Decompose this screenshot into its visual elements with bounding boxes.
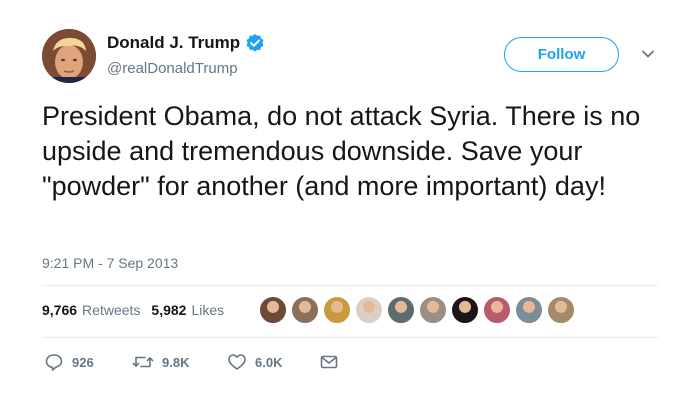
- liker-avatar[interactable]: [419, 296, 447, 324]
- liker-avatar[interactable]: [259, 296, 287, 324]
- likes-stat[interactable]: 5,982 Likes: [151, 302, 224, 318]
- verified-badge-icon: [245, 33, 265, 53]
- retweets-stat[interactable]: 9,766 Retweets: [42, 302, 140, 318]
- liker-avatar[interactable]: [483, 296, 511, 324]
- tweet-stats: 9,766 Retweets 5,982 Likes: [42, 302, 224, 318]
- liker-avatar[interactable]: [547, 296, 575, 324]
- author-name-text[interactable]: Donald J. Trump: [107, 33, 240, 53]
- like-count: 6.0K: [255, 354, 283, 370]
- author-display-name[interactable]: Donald J. Trump: [107, 33, 265, 53]
- likes-count: 5,982: [151, 302, 187, 318]
- tweet-timestamp[interactable]: 9:21 PM - 7 Sep 2013: [42, 254, 178, 272]
- liker-avatars: [259, 296, 579, 324]
- divider: [42, 337, 658, 338]
- tweet-actions: 926 9.8K 6.0K: [44, 352, 339, 372]
- like-button[interactable]: 6.0K: [227, 352, 319, 372]
- divider: [42, 285, 658, 286]
- reply-count: 926: [72, 354, 94, 370]
- liker-avatar[interactable]: [291, 296, 319, 324]
- retweets-count: 9,766: [42, 302, 78, 318]
- liker-avatar[interactable]: [451, 296, 479, 324]
- direct-message-button[interactable]: [319, 352, 339, 372]
- follow-button[interactable]: Follow: [504, 37, 619, 72]
- retweet-icon: [132, 352, 154, 372]
- likes-label: Likes: [191, 302, 225, 318]
- retweet-button[interactable]: 9.8K: [132, 352, 227, 372]
- author-handle[interactable]: @realDonaldTrump: [107, 60, 238, 78]
- chevron-down-icon[interactable]: [640, 46, 656, 62]
- envelope-icon: [319, 352, 339, 372]
- retweet-count: 9.8K: [162, 354, 190, 370]
- retweets-label: Retweets: [82, 302, 141, 318]
- reply-icon: [44, 352, 64, 372]
- liker-avatar[interactable]: [355, 296, 383, 324]
- heart-icon: [227, 352, 247, 372]
- tweet-text: President Obama, do not attack Syria. Th…: [42, 101, 641, 201]
- liker-avatar[interactable]: [323, 296, 351, 324]
- avatar[interactable]: [42, 29, 96, 83]
- liker-avatar[interactable]: [515, 296, 543, 324]
- reply-button[interactable]: 926: [44, 352, 132, 372]
- liker-avatar[interactable]: [387, 296, 415, 324]
